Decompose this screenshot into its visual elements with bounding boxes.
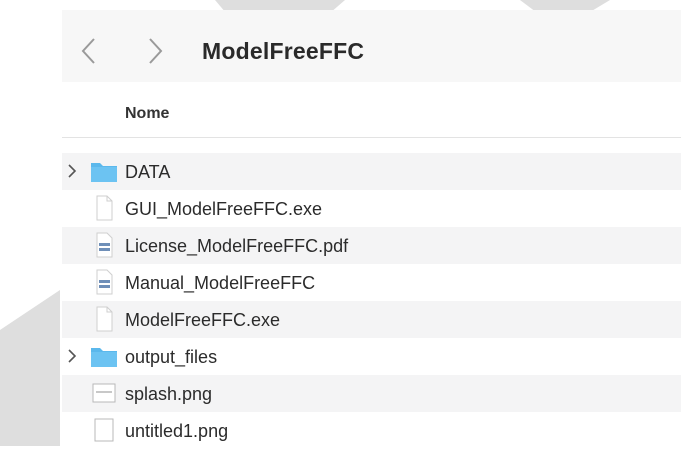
- toolbar: ModelFreeFFC: [62, 10, 681, 82]
- disclosure-triangle[interactable]: [66, 163, 78, 179]
- disclosure-triangle[interactable]: [66, 348, 78, 364]
- folder-title: ModelFreeFFC: [202, 38, 365, 64]
- file-name: Manual_ModelFreeFFC: [125, 273, 316, 293]
- list-item[interactable]: GUI_ModelFreeFFC.exe: [62, 190, 681, 227]
- list-item[interactable]: ModelFreeFFC.exe: [62, 301, 681, 338]
- list-item[interactable]: License_ModelFreeFFC.pdf: [62, 227, 681, 264]
- file-list: DATA GUI_ModelFreeFFC.exe License_ModelF…: [62, 153, 681, 449]
- folder-icon: [91, 348, 117, 367]
- file-name: ModelFreeFFC.exe: [125, 310, 281, 330]
- list-item[interactable]: splash.png: [62, 375, 681, 412]
- document-icon: [96, 195, 113, 221]
- list-item[interactable]: untitled1.png: [62, 412, 681, 449]
- file-name: DATA: [125, 162, 171, 182]
- chevron-left-icon: [81, 38, 95, 64]
- document-icon: [96, 306, 113, 332]
- image-icon: [94, 418, 114, 442]
- list-item[interactable]: Manual_ModelFreeFFC: [62, 264, 681, 301]
- chevron-right-icon: [149, 38, 163, 64]
- file-name: License_ModelFreeFFC.pdf: [125, 236, 349, 256]
- list-item[interactable]: DATA: [62, 153, 681, 190]
- finder-window: ModelFreeFFC Nome DATA GUI_ModelFreeFFC.…: [0, 0, 681, 446]
- column-header-name[interactable]: Nome: [125, 105, 169, 123]
- forward-button[interactable]: [144, 36, 166, 66]
- list-item[interactable]: output_files: [62, 338, 681, 375]
- file-name: splash.png: [125, 384, 213, 404]
- back-button[interactable]: [78, 36, 100, 66]
- file-name: untitled1.png: [125, 421, 229, 441]
- chevron-right-icon: [68, 349, 77, 363]
- chevron-right-icon: [68, 164, 77, 178]
- image-icon: [92, 383, 116, 403]
- folder-icon: [91, 163, 117, 182]
- file-name: output_files: [125, 347, 218, 367]
- pdf-icon: [96, 269, 113, 295]
- column-header-row: Nome: [62, 87, 681, 138]
- pdf-icon: [96, 232, 113, 258]
- file-name: GUI_ModelFreeFFC.exe: [125, 199, 323, 219]
